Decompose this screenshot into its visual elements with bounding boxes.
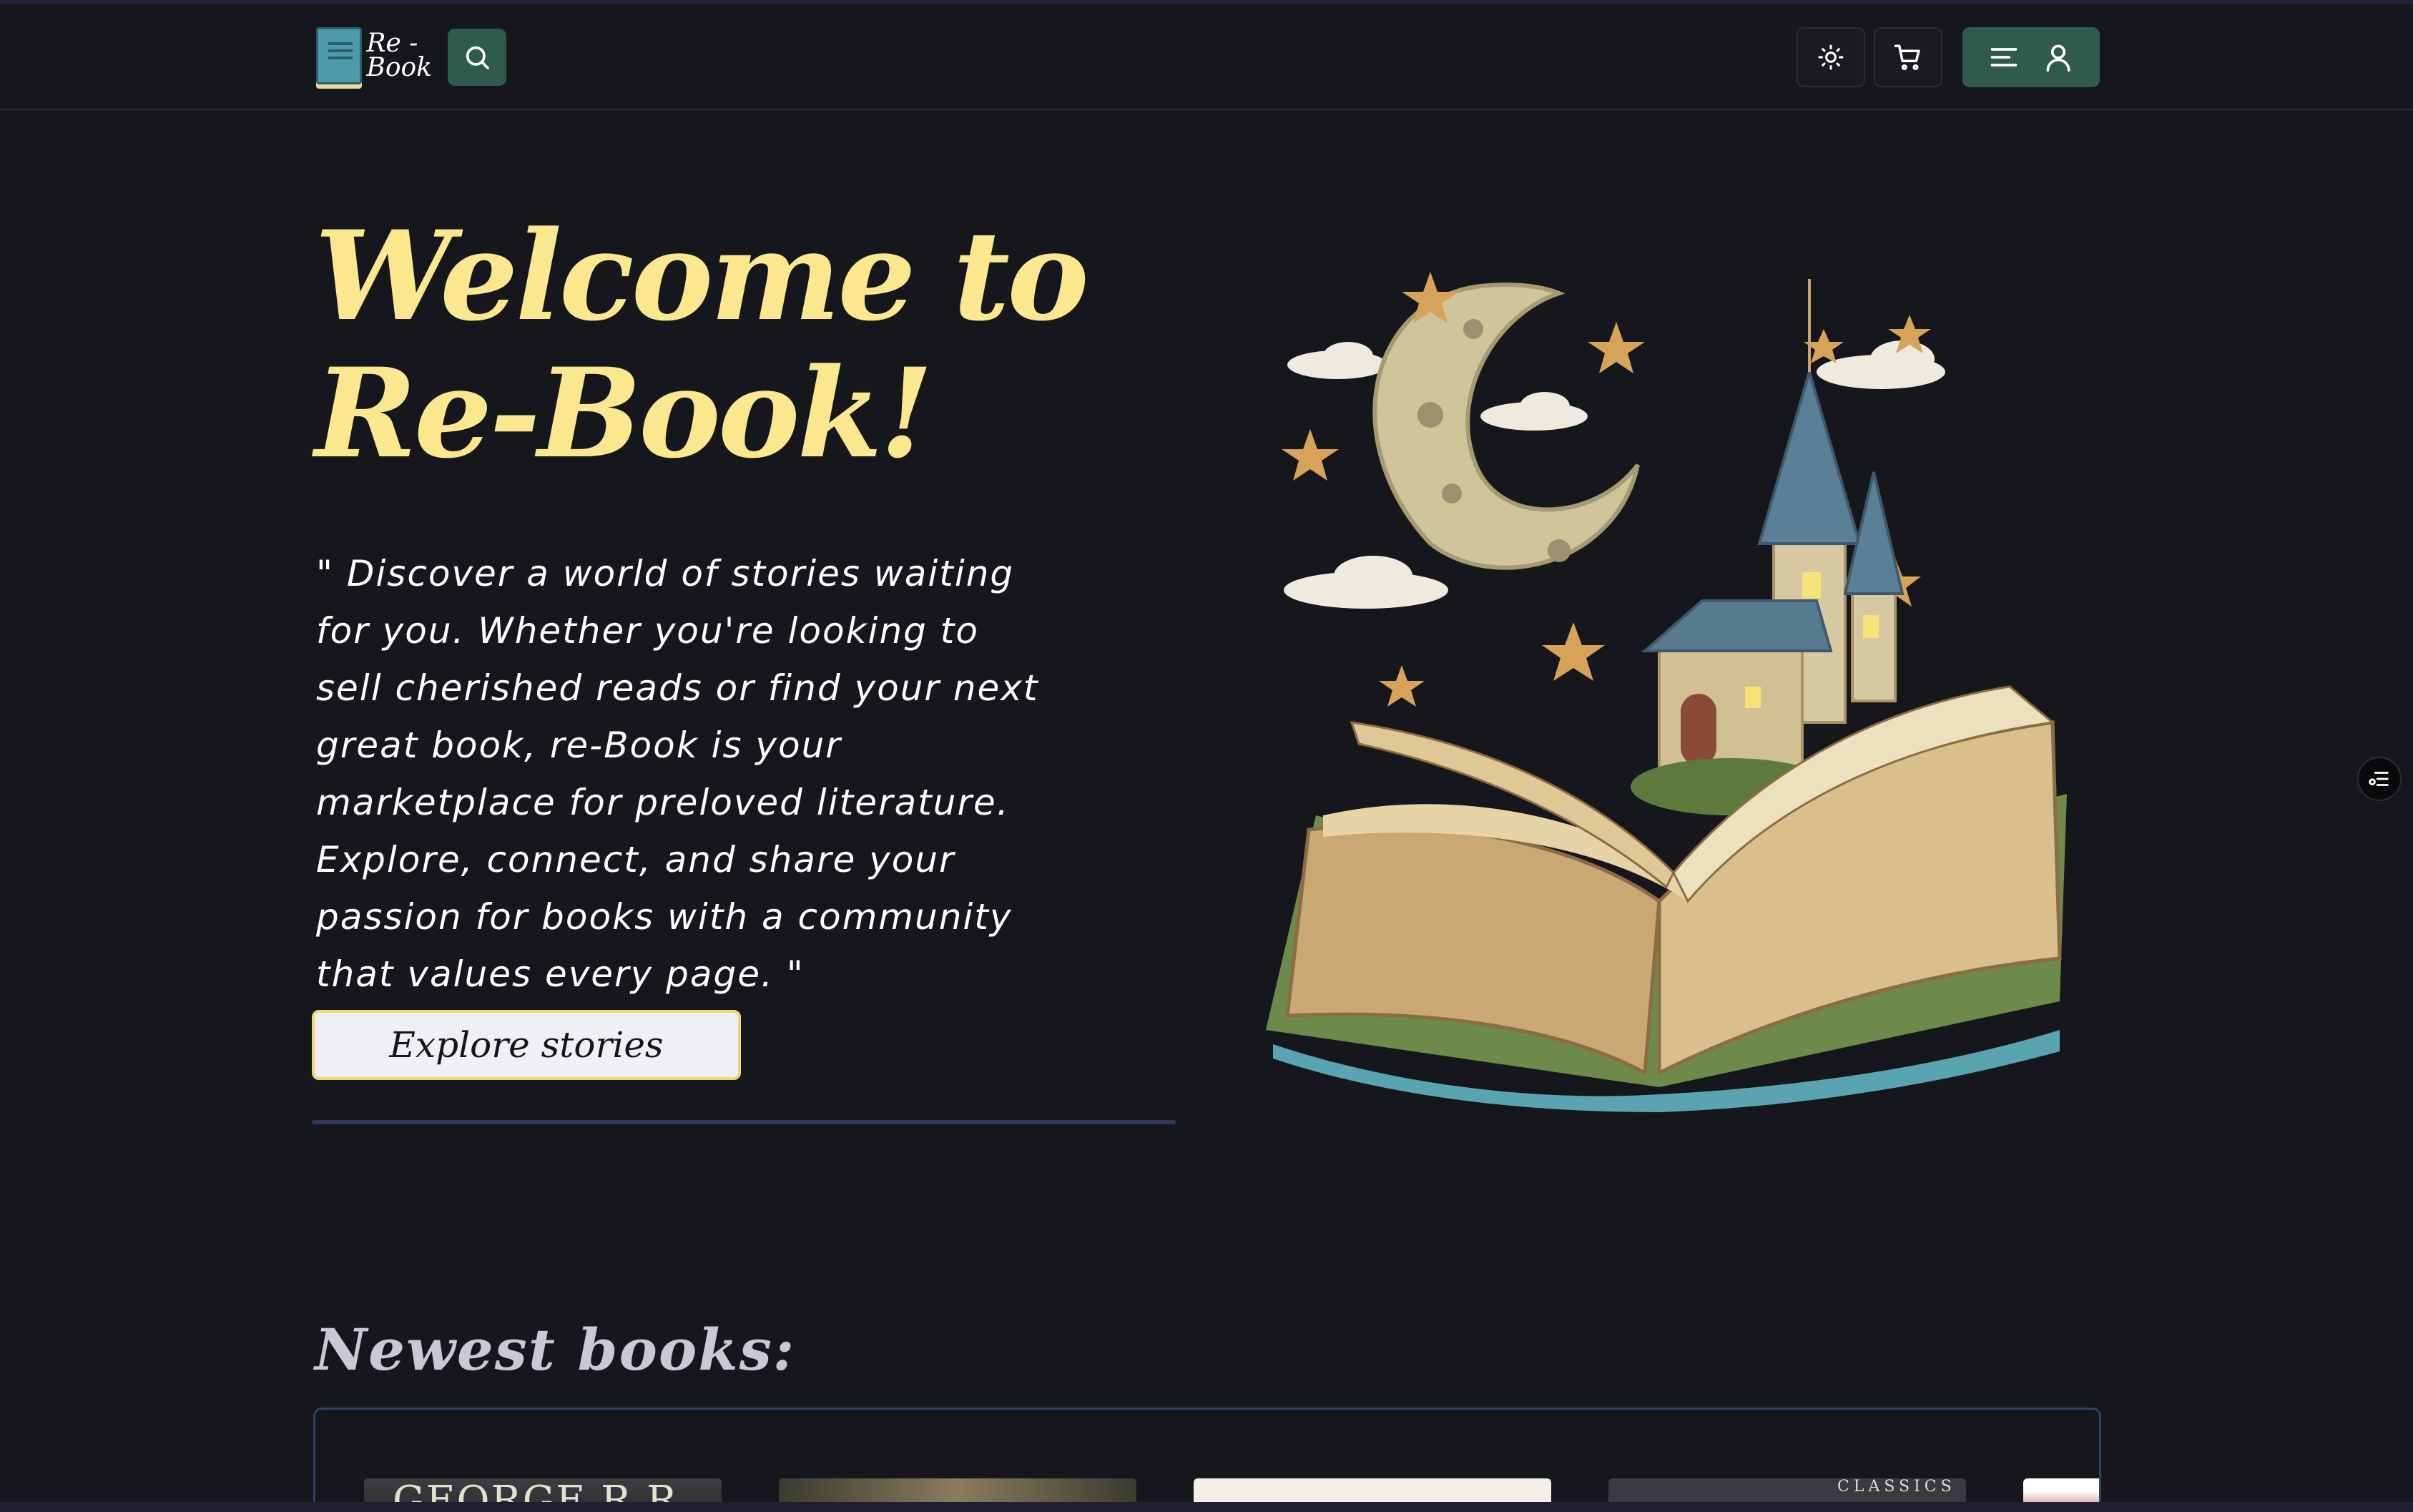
hero-quote: " Discover a world of stories waiting fo…: [316, 553, 1039, 995]
cart-button[interactable]: [1874, 27, 1942, 87]
newest-books-carousel: GEORGE R.R CLASSICS: [313, 1408, 2101, 1512]
menu-user-button[interactable]: [1962, 27, 2100, 87]
book-logo-icon: [316, 27, 363, 84]
hero-title-line-1: Welcome to: [315, 203, 1089, 348]
hero-title-line-2: Re-Book!: [315, 340, 933, 486]
hero-title: Welcome to Re-Book!: [315, 207, 1101, 482]
side-widget-button[interactable]: [2357, 757, 2402, 801]
logo-line-1: Re -: [366, 29, 418, 58]
hero-divider: [312, 1120, 1176, 1124]
search-button[interactable]: [448, 29, 506, 86]
filter-list-icon: [2369, 772, 2389, 786]
book-cover-text: CLASSICS: [1837, 1478, 1956, 1496]
theme-toggle-button[interactable]: [1797, 27, 1865, 87]
user-icon: [2046, 44, 2070, 72]
logo-line-2: Book: [366, 53, 432, 82]
navbar: Re - Book: [0, 0, 2413, 110]
search-icon: [466, 46, 489, 69]
logo-text: Re - Book: [366, 29, 432, 82]
newest-books-title: Newest books:: [315, 1316, 796, 1383]
sun-icon: [1818, 44, 1844, 70]
storybook-illustration: [1266, 272, 2067, 1112]
logo[interactable]: Re - Book: [316, 26, 432, 86]
hamburger-icon: [1990, 48, 2018, 67]
bottom-edge: [0, 1502, 2413, 1512]
cart-icon: [1894, 44, 1920, 71]
explore-stories-button[interactable]: Explore stories: [312, 1010, 741, 1080]
